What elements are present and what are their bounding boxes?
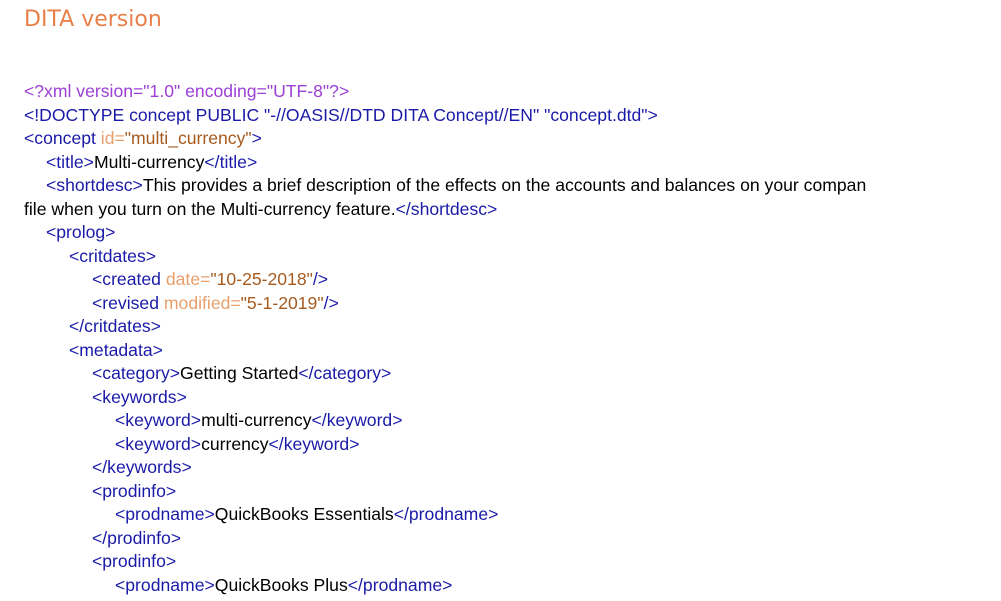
code-token-text: file when you turn on the Multi-currency…: [24, 198, 396, 219]
code-line: </critdates>: [24, 315, 1001, 339]
code-token-text: currency: [201, 433, 269, 454]
code-token-tag: <!DOCTYPE concept PUBLIC "-//OASIS//DTD …: [24, 104, 658, 125]
code-token-tag: <keywords>: [92, 386, 187, 407]
code-token-attr: modified=: [163, 292, 241, 313]
code-token-value: "multi_currency": [124, 128, 252, 148]
code-line: <!DOCTYPE concept PUBLIC "-//OASIS//DTD …: [24, 104, 1001, 128]
code-token-tag: <prodinfo>: [92, 551, 177, 571]
code-line: <keyword>multi-currency</keyword>: [24, 409, 1001, 433]
code-token-tag: </prodname>: [393, 504, 499, 524]
code-line: <category>Getting Started</category>: [24, 362, 1001, 386]
code-token-tag: <prodinfo>: [92, 480, 177, 501]
code-token-tag: </shortdesc>: [395, 198, 498, 219]
code-token-tag: <critdates>: [69, 245, 157, 266]
code-token-tag: </prodname>: [347, 574, 453, 595]
code-line: <metadata>: [24, 339, 1001, 363]
code-token-tag: <title>: [46, 151, 94, 172]
code-token-tag: <prodname>: [115, 504, 215, 524]
code-token-tag: />: [312, 269, 329, 289]
page-heading: DITA version: [24, 7, 162, 32]
code-line: <title>Multi-currency</title>: [24, 151, 1001, 175]
code-token-tag: <revised: [92, 292, 164, 313]
code-token-text: QuickBooks Plus: [214, 574, 348, 595]
code-token-tag: <created: [92, 269, 166, 289]
code-line: <concept id="multi_currency">: [24, 127, 1001, 151]
code-token-tag: <prodname>: [115, 574, 215, 595]
code-token-tag: </category>: [298, 363, 392, 383]
code-line: <prodname>QuickBooks Essentials</prodnam…: [24, 503, 1001, 527]
code-token-text: multi-currency: [201, 410, 312, 430]
code-line: <prodinfo>: [24, 550, 1001, 574]
code-token-tag: </title>: [204, 151, 258, 172]
code-token-text: QuickBooks Essentials: [214, 504, 394, 524]
code-line: <revised modified="5-1-2019"/>: [24, 292, 1001, 316]
code-token-tag: </keywords>: [92, 457, 192, 477]
code-line: <shortdesc>This provides a brief descrip…: [24, 174, 1001, 198]
xml-code-block: <?xml version="1.0" encoding="UTF-8"?> <!…: [24, 80, 1001, 597]
code-token-text: Multi-currency: [93, 151, 205, 172]
code-token-tag: <keyword>: [115, 410, 202, 430]
code-token-tag: <prolog>: [46, 222, 116, 242]
code-line: </prodinfo>: [24, 527, 1001, 551]
code-token-text: This provides a brief description of the…: [142, 175, 867, 195]
code-token-attr: id=: [100, 128, 125, 148]
code-token-tag: </critdates>: [69, 316, 161, 336]
code-token-text: Getting Started: [180, 363, 299, 383]
code-line: <prodname>QuickBooks Plus</prodname>: [24, 574, 1001, 598]
code-token-tag: <shortdesc>: [46, 175, 143, 195]
code-line: <critdates>: [24, 245, 1001, 269]
code-line: <keyword>currency</keyword>: [24, 433, 1001, 457]
code-token-tag: <keyword>: [115, 433, 202, 454]
code-token-tag: <concept: [24, 128, 101, 148]
code-token-tag: </prodinfo>: [92, 527, 182, 548]
code-line: file when you turn on the Multi-currency…: [24, 198, 1001, 222]
code-token-tag: >: [251, 128, 262, 148]
code-token-value: "10-25-2018": [210, 269, 313, 289]
code-token-tag: />: [323, 292, 339, 313]
code-line: <keywords>: [24, 386, 1001, 410]
code-token-tag: <metadata>: [69, 339, 163, 360]
code-token-pi: <?xml version="1.0" encoding="UTF-8"?>: [24, 81, 350, 101]
code-token-tag: </keyword>: [268, 433, 360, 454]
code-token-tag: <category>: [92, 363, 181, 383]
code-token-attr: date=: [165, 269, 211, 289]
code-line: <prolog>: [24, 221, 1001, 245]
code-line: <created date="10-25-2018"/>: [24, 268, 1001, 292]
code-line: </keywords>: [24, 456, 1001, 480]
code-line: <?xml version="1.0" encoding="UTF-8"?>: [24, 80, 1001, 104]
code-line: <prodinfo>: [24, 480, 1001, 504]
code-token-tag: </keyword>: [311, 410, 403, 430]
code-token-value: "5-1-2019": [240, 292, 324, 313]
